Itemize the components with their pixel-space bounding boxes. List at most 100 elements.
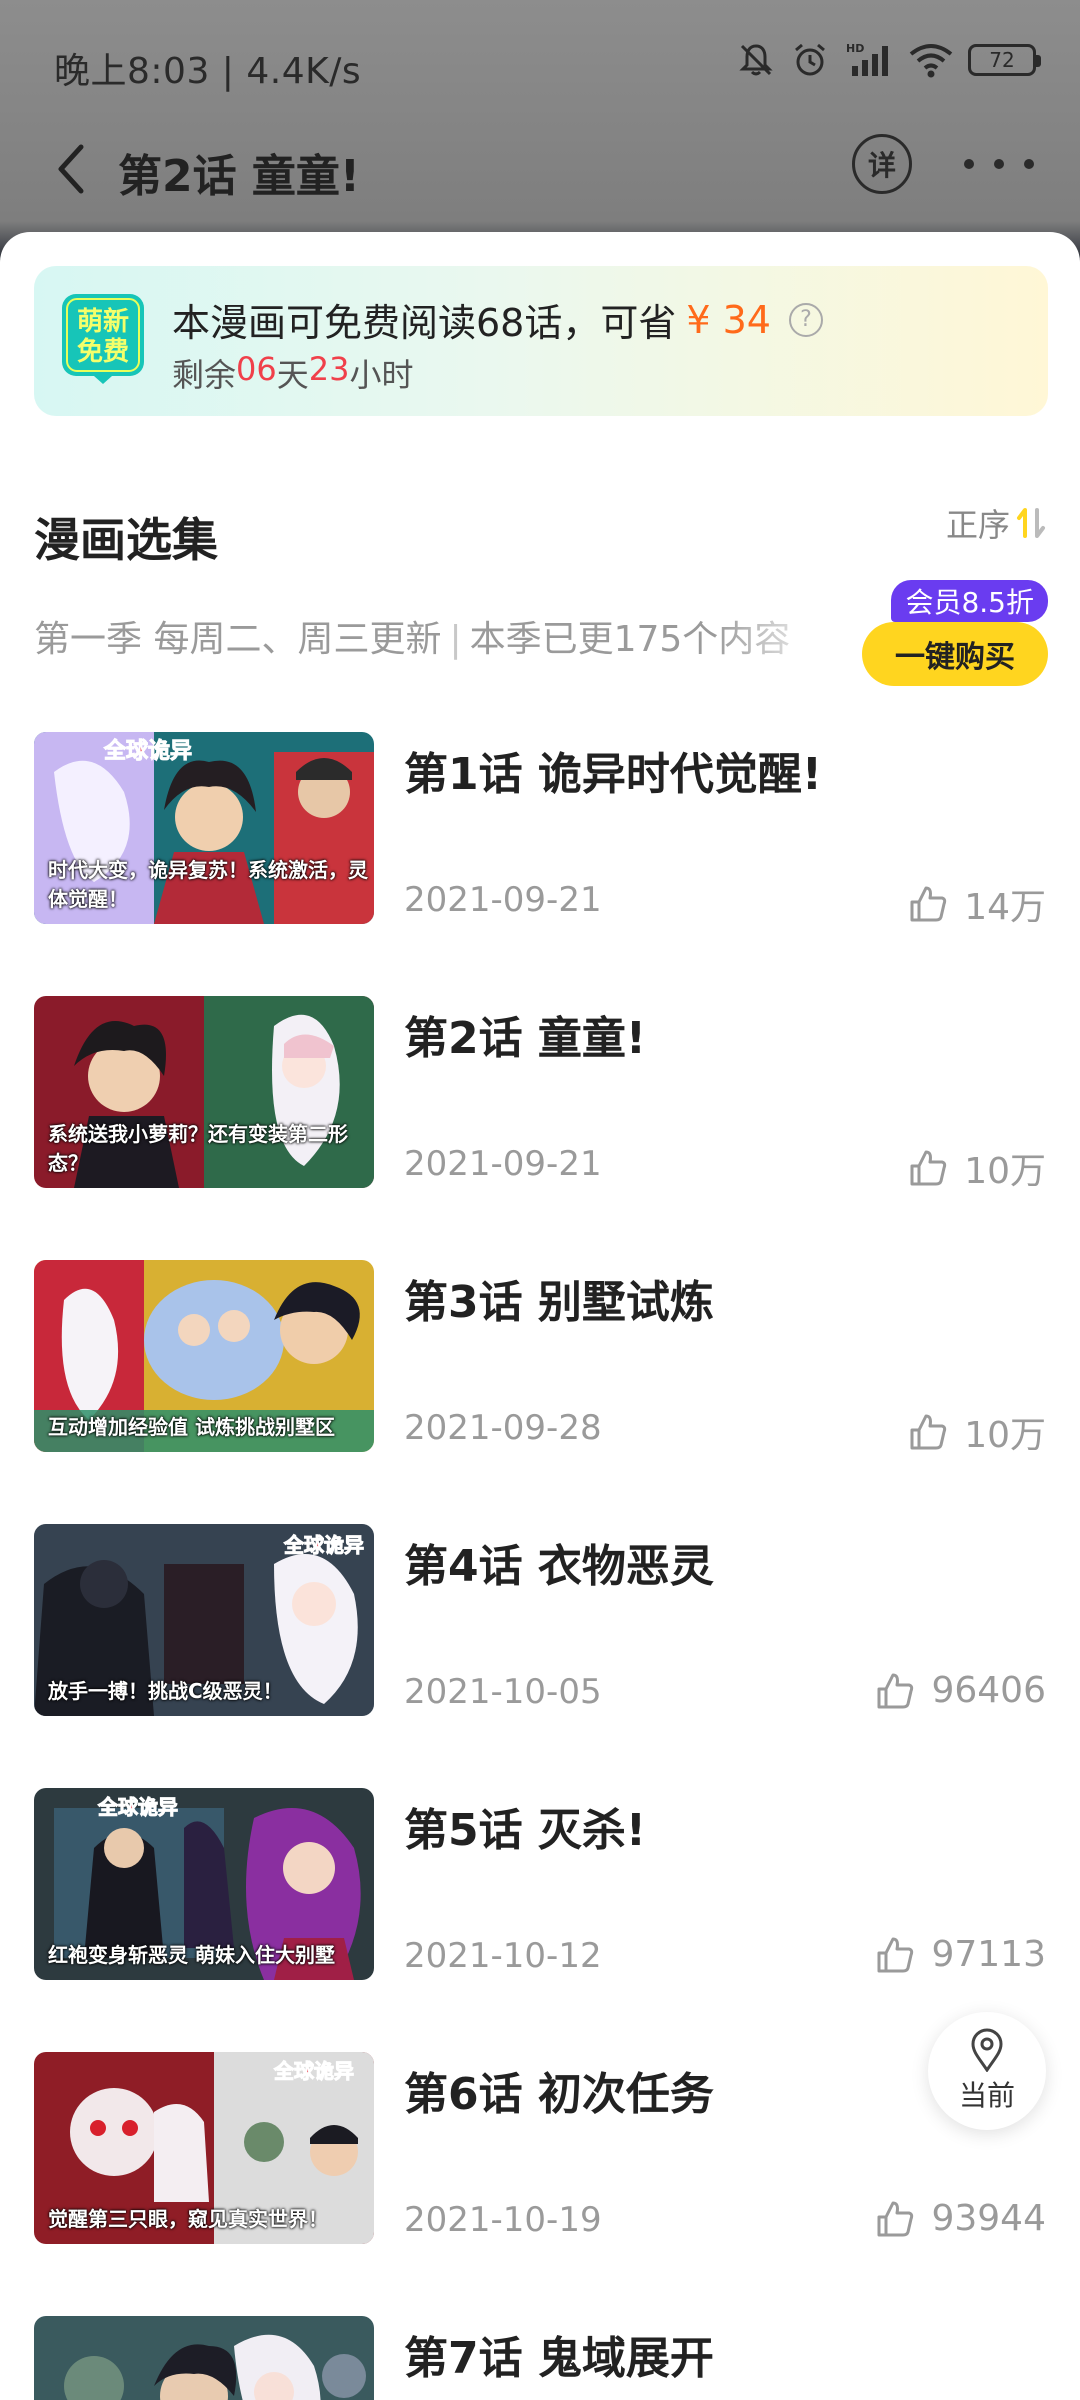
detail-button[interactable]: 详 xyxy=(852,134,912,194)
episode-thumbnail[interactable]: 全球诡异 觉醒第三只眼，窥见真实世界！ xyxy=(34,2052,374,2244)
promo-countdown: 剩余 06 天 23 小时 xyxy=(172,350,413,396)
more-dot-icon xyxy=(964,159,974,169)
alarm-icon xyxy=(795,43,825,76)
like-count: 10万 xyxy=(964,1415,1046,1456)
episode-date: 2021-09-28 xyxy=(404,1408,602,1448)
countdown-days: 06 xyxy=(236,350,277,388)
episode-thumbnail[interactable]: 系统送我小萝莉？还有变装第二形态？ xyxy=(34,996,374,1188)
countdown-hours-unit: 小时 xyxy=(349,356,414,394)
episode-date: 2021-09-21 xyxy=(404,1144,602,1184)
like-count: 14万 xyxy=(964,887,1046,928)
like-count: 93944 xyxy=(931,2198,1046,2239)
status-time: 晚上8:03 | 4.4K/s xyxy=(54,51,362,92)
locate-current-button[interactable]: 当前 xyxy=(928,2012,1046,2130)
back-button[interactable] xyxy=(40,134,100,204)
svg-text:全球诡异: 全球诡异 xyxy=(103,738,192,764)
one-click-buy[interactable]: 一键购买 会员8.5折 xyxy=(862,580,1048,686)
app-root: 晚上8:03 | 4.4K/s HD 72 第2话 童童! 详 萌新 免费 本漫… xyxy=(0,0,1080,2400)
thumbs-up-icon xyxy=(910,1414,947,1450)
vip-discount-badge: 会员8.5折 xyxy=(891,580,1048,622)
episode-row[interactable]: 全球诡异 时代大变，诡异复苏！系统激活，灵体觉醒！ 第1话 诡异时代觉醒! 20… xyxy=(0,732,1080,928)
update-schedule: 第一季 每周二、周三更新 xyxy=(34,619,442,660)
episode-date: 2021-09-21 xyxy=(404,880,602,920)
countdown-prefix: 剩余 xyxy=(172,356,237,394)
thumbs-up-icon xyxy=(877,2201,914,2236)
help-icon[interactable]: ? xyxy=(788,302,823,337)
newbie-free-badge-icon: 萌新 免费 xyxy=(62,294,144,384)
status-icons: HD 72 xyxy=(736,40,1041,80)
episode-cover-caption: 放手一搏！挑战C级恶灵！ xyxy=(48,1679,283,1703)
like-count: 97113 xyxy=(931,1934,1046,1975)
svg-text:全球诡异: 全球诡异 xyxy=(97,1795,178,1819)
episode-title: 第1话 诡异时代觉醒! xyxy=(404,749,822,800)
episode-cover-caption: 觉醒第三只眼，窥见真实世界！ xyxy=(48,2207,328,2231)
episode-date: 2021-10-12 xyxy=(404,1936,602,1976)
locate-current-label: 当前 xyxy=(958,2079,1015,2112)
page-title: 第2话 童童! xyxy=(118,151,360,202)
svg-text:HD: HD xyxy=(846,42,864,55)
update-info: 第一季 每周二、周三更新 | 本季已更175个内容 xyxy=(34,610,834,662)
episode-cover-caption: 时代大变，诡异复苏！系统激活，灵体觉醒！ xyxy=(48,858,368,911)
countdown-days-unit: 天 xyxy=(276,356,309,394)
more-dot-icon xyxy=(1024,159,1034,169)
update-separator: | xyxy=(449,619,462,660)
status-bar: 晚上8:03 | 4.4K/s HD 72 xyxy=(0,0,1080,128)
section-title: 漫画选集 xyxy=(34,513,218,567)
thumbs-up-icon xyxy=(877,1937,914,1972)
episode-row[interactable]: 第7话 鬼域展开 xyxy=(0,2316,1080,2400)
sort-order-icon xyxy=(1017,508,1045,538)
episode-row[interactable]: 互动增加经验值 试炼挑战别墅区 第3话 别墅试炼 2021-09-28 10万 xyxy=(0,1260,1080,1456)
sort-label: 正序 xyxy=(945,506,1010,544)
svg-text:萌新: 萌新 xyxy=(77,306,129,337)
top-nav: 第2话 童童! 详 xyxy=(0,128,1080,224)
episode-title: 第4话 衣物恶灵 xyxy=(404,1541,714,1592)
episode-row[interactable]: 全球诡异 觉醒第三只眼，窥见真实世界！ 第6话 初次任务 2021-10-19 … xyxy=(0,2052,1080,2244)
thumbs-up-icon xyxy=(910,1150,947,1186)
episode-likes[interactable]: 14万 xyxy=(908,878,1046,930)
episode-cover-caption: 互动增加经验值 试炼挑战别墅区 xyxy=(48,1415,335,1439)
episode-row[interactable]: 全球诡异 放手一搏！挑战C级恶灵！ 第4话 衣物恶灵 2021-10-05 96… xyxy=(0,1524,1080,1716)
episode-cover-caption: 系统送我小萝莉？还有变装第二形态？ xyxy=(48,1122,348,1175)
episode-likes[interactable]: 96406 xyxy=(875,1670,1046,1711)
svg-text:免费: 免费 xyxy=(77,336,129,367)
episode-sheet: 萌新 免费 本漫画可免费阅读68话，可省 ¥ 34 ? 剩余 06 天 23 小… xyxy=(0,232,1080,2400)
episode-likes[interactable]: 10万 xyxy=(908,1406,1046,1458)
free-read-banner[interactable]: 萌新 免费 本漫画可免费阅读68话，可省 ¥ 34 ? 剩余 06 天 23 小… xyxy=(34,266,1048,416)
episode-thumbnail[interactable]: 互动增加经验值 试炼挑战别墅区 xyxy=(34,1260,374,1452)
episode-date: 2021-10-19 xyxy=(404,2200,602,2240)
promo-description: 本漫画可免费阅读68话，可省 xyxy=(172,301,677,345)
episode-row[interactable]: 全球诡异 红袍变身斩恶灵 萌妹入住大别墅 第5话 灭杀! 2021-10-12 … xyxy=(0,1788,1080,1980)
like-count: 96406 xyxy=(931,1670,1046,1711)
episode-likes[interactable]: 10万 xyxy=(908,1142,1046,1194)
wifi-icon xyxy=(909,44,953,78)
episode-row[interactable]: 系统送我小萝莉？还有变装第二形态？ 第2话 童童! 2021-09-21 10万 xyxy=(0,996,1080,1192)
episode-likes[interactable]: 93944 xyxy=(875,2198,1046,2239)
episode-thumbnail[interactable]: 全球诡异 时代大变，诡异复苏！系统激活，灵体觉醒！ xyxy=(34,732,374,924)
more-button[interactable] xyxy=(964,134,1034,194)
like-count: 10万 xyxy=(964,1151,1046,1192)
promo-saving-price: ¥ 34 xyxy=(686,297,771,342)
more-dot-icon xyxy=(994,159,1004,169)
episode-thumbnail[interactable]: 全球诡异 放手一搏！挑战C级恶灵！ xyxy=(34,1524,374,1716)
update-count: 本季已更175个内容 xyxy=(469,619,791,660)
one-click-buy-button[interactable]: 一键购买 xyxy=(862,622,1048,686)
thumbs-up-icon xyxy=(877,1673,914,1708)
episode-title: 第7话 鬼域展开 xyxy=(404,2333,714,2384)
episode-cover-caption: 红袍变身斩恶灵 萌妹入住大别墅 xyxy=(48,1943,335,1967)
episode-cover-image xyxy=(34,2316,374,2400)
battery-icon: 72 xyxy=(968,44,1041,76)
episode-title: 第6话 初次任务 xyxy=(404,2069,714,2120)
signal-icon: HD xyxy=(846,42,888,76)
countdown-hours: 23 xyxy=(308,350,350,388)
location-pin-icon xyxy=(971,2028,1003,2072)
episode-date: 2021-10-05 xyxy=(404,1672,602,1712)
promo-main-text: 本漫画可免费阅读68话，可省 ¥ 34 ? xyxy=(172,292,823,347)
back-arrow-icon xyxy=(58,144,84,194)
sort-toggle[interactable]: 正序 xyxy=(946,500,1046,546)
episode-title: 第3话 别墅试炼 xyxy=(404,1277,714,1328)
episode-thumbnail[interactable]: 全球诡异 红袍变身斩恶灵 萌妹入住大别墅 xyxy=(34,1788,374,1980)
thumbs-up-icon xyxy=(910,886,947,922)
episode-thumbnail[interactable] xyxy=(34,2316,374,2400)
svg-text:全球诡异: 全球诡异 xyxy=(283,1533,364,1557)
episode-likes[interactable]: 97113 xyxy=(875,1934,1046,1975)
